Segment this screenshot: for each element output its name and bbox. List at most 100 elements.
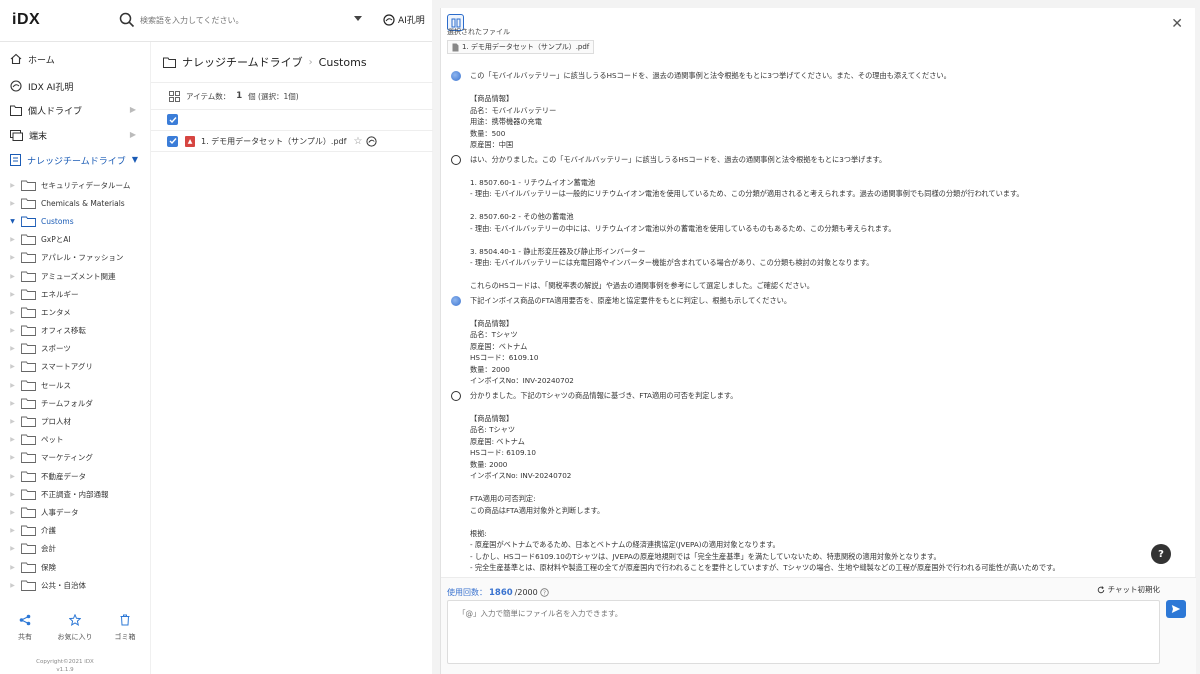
chevron-right-icon[interactable]: ▶ — [8, 509, 17, 516]
chevron-right-icon[interactable]: ▶ — [8, 200, 17, 207]
folder-icon — [10, 105, 22, 116]
tree-item-label: ペット — [41, 435, 64, 445]
select-all-checkbox[interactable] — [167, 114, 178, 125]
copyright-text: Copyright©2021 iDX — [36, 659, 94, 665]
tree-item-label: 介護 — [41, 526, 56, 536]
folder-icon — [21, 271, 36, 282]
tree-item[interactable]: ▶ アパレル・ファッション — [0, 249, 150, 267]
chevron-down-icon[interactable]: ▼ — [8, 218, 17, 225]
tree-item[interactable]: ▶ エンタメ — [0, 303, 150, 321]
tree-item[interactable]: ▶ セキュリティデータルーム — [0, 176, 150, 194]
tree-item[interactable]: ▶ スマートアグリ — [0, 358, 150, 376]
tree-item[interactable]: ▶ アミューズメント関連 — [0, 267, 150, 285]
tree-item[interactable]: ▶ 不正調査・内部通報 — [0, 485, 150, 503]
chevron-right-icon[interactable]: ▶ — [8, 418, 17, 425]
search-dropdown-icon[interactable] — [354, 16, 362, 21]
tree-item[interactable]: ▶ Chemicals & Materials — [0, 194, 150, 212]
file-row[interactable]: ▲ 1. デモ用データセット（サンプル）.pdf ☆ — [151, 130, 433, 152]
selected-file-chip[interactable]: 1. デモ用データセット（サンプル）.pdf — [447, 40, 595, 54]
chevron-right-icon[interactable]: ▶ — [8, 309, 17, 316]
checkbox-checked-icon — [167, 114, 178, 125]
tree-item[interactable]: ▶ オフィス移転 — [0, 322, 150, 340]
tree-item-label: アミューズメント関連 — [41, 271, 116, 281]
chevron-right-icon[interactable]: ▶ — [8, 345, 17, 352]
tree-item[interactable]: ▶ 介護 — [0, 522, 150, 540]
folder-icon — [163, 57, 176, 68]
tree-item-label: Chemicals & Materials — [41, 198, 125, 208]
folder-icon — [21, 343, 36, 355]
folder-icon — [21, 198, 36, 209]
grid-view-icon[interactable] — [169, 90, 180, 102]
nav-personal-drive[interactable]: 個人ドライブ ▶ — [10, 99, 140, 121]
nav-device[interactable]: 端末 ▶ — [10, 124, 140, 146]
chevron-right-icon[interactable]: ▶ — [8, 473, 17, 480]
help-button[interactable]: ? — [1151, 544, 1171, 564]
tree-item[interactable]: ▶ チームフォルダ — [0, 394, 150, 412]
tree-item[interactable]: ▶ エネルギー — [0, 285, 150, 303]
chevron-right-icon[interactable]: ▶ — [8, 236, 17, 243]
tree-item-label: Customs — [41, 216, 74, 226]
chevron-right-icon[interactable]: ▶ — [8, 564, 17, 571]
chevron-right-icon[interactable]: ▶ — [8, 545, 17, 552]
chevron-right-icon[interactable]: ▶ — [8, 254, 17, 261]
folder-icon — [21, 289, 36, 300]
ai-button[interactable]: AI孔明 — [383, 13, 425, 26]
chat-input[interactable] — [448, 601, 1159, 663]
chevron-right-icon[interactable]: ▶ — [8, 363, 17, 370]
file-name[interactable]: 1. デモ用データセット（サンプル）.pdf — [201, 136, 346, 147]
trash-label: ゴミ箱 — [114, 633, 136, 641]
nav-idx-ai[interactable]: IDX AI孔明 — [10, 75, 140, 97]
chat-input-box[interactable] — [447, 600, 1160, 664]
chevron-right-icon[interactable]: ▶ — [8, 436, 17, 443]
search-input[interactable] — [140, 10, 350, 30]
chevron-right-icon[interactable]: ▶ — [8, 454, 17, 461]
ai-icon — [383, 13, 395, 26]
folder-icon — [21, 452, 36, 464]
send-button[interactable] — [1166, 600, 1186, 618]
favorite-star-icon[interactable]: ☆ — [353, 136, 362, 147]
chevron-right-icon[interactable]: ▶ — [130, 130, 136, 139]
tree-item[interactable]: ▶ 不動産データ — [0, 467, 150, 485]
breadcrumb-separator: › — [308, 56, 313, 68]
reset-chat-button[interactable]: チャット初期化 — [1097, 584, 1160, 595]
chevron-right-icon[interactable]: ▶ — [8, 382, 17, 389]
tree-item[interactable]: ▼ Customs — [0, 212, 150, 230]
tree-item[interactable]: ▶ 会計 — [0, 540, 150, 558]
tree-item[interactable]: ▶ マーケティング — [0, 449, 150, 467]
ai-icon[interactable] — [366, 135, 378, 147]
chevron-right-icon[interactable]: ▶ — [8, 182, 17, 189]
file-checkbox[interactable] — [167, 135, 178, 147]
chevron-right-icon[interactable]: ▶ — [8, 400, 17, 407]
app-logo[interactable]: iDX — [12, 11, 40, 29]
tree-item[interactable]: ▶ 公共・自治体 — [0, 576, 150, 594]
chevron-down-icon[interactable]: ▼ — [132, 155, 138, 164]
chevron-right-icon[interactable]: ▶ — [8, 491, 17, 498]
tree-item[interactable]: ▶ 保険 — [0, 558, 150, 576]
chevron-right-icon[interactable]: ▶ — [8, 291, 17, 298]
device-icon — [10, 129, 23, 141]
chevron-right-icon[interactable]: ▶ — [8, 273, 17, 280]
chevron-right-icon[interactable]: ▶ — [8, 582, 17, 589]
chevron-right-icon[interactable]: ▶ — [8, 527, 17, 534]
breadcrumb-root[interactable]: ナレッジチームドライブ — [182, 54, 303, 70]
tree-item[interactable]: ▶ プロ人材 — [0, 412, 150, 430]
share-button[interactable]: 共有 — [0, 614, 50, 642]
nav-team-drive[interactable]: ナレッジチームドライブ ▼ — [10, 149, 140, 171]
tree-item[interactable]: ▶ セールス — [0, 376, 150, 394]
team-drive-icon — [10, 154, 21, 166]
folder-icon — [21, 234, 36, 246]
favorite-button[interactable]: お気に入り — [50, 614, 100, 642]
tree-item[interactable]: ▶ スポーツ — [0, 340, 150, 358]
tree-item[interactable]: ▶ ペット — [0, 431, 150, 449]
nav-home[interactable]: ホーム — [10, 48, 140, 70]
chevron-right-icon[interactable]: ▶ — [130, 105, 136, 114]
search-bar[interactable] — [118, 10, 368, 32]
chevron-right-icon[interactable]: ▶ — [8, 327, 17, 334]
trash-button[interactable]: ゴミ箱 — [100, 614, 150, 642]
info-icon[interactable]: ? — [540, 588, 549, 597]
close-icon[interactable]: ✕ — [1171, 16, 1183, 32]
tree-item[interactable]: ▶ GxPとAI — [0, 231, 150, 249]
folder-icon — [21, 507, 36, 518]
selected-files-label: 選択されたファイル — [447, 28, 510, 36]
tree-item[interactable]: ▶ 人事データ — [0, 503, 150, 521]
